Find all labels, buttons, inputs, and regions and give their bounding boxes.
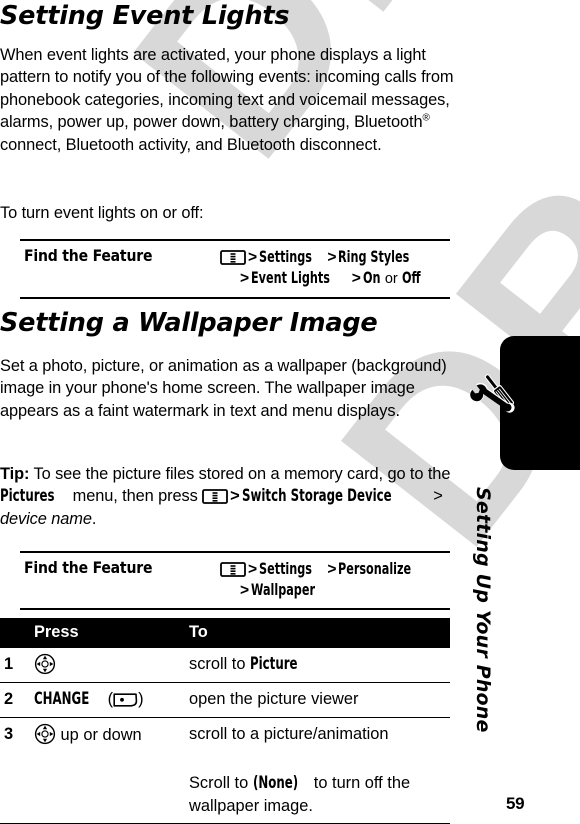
path-separator: >	[240, 582, 250, 599]
wrench-screwdriver-icon	[468, 368, 526, 424]
menu-item-event-lights: Event Lights	[251, 269, 331, 287]
menu-item-pictures: Pictures	[0, 486, 55, 506]
step-number: 3	[4, 724, 14, 743]
device-name-placeholder: device name	[0, 509, 92, 528]
section-body-event-lights: When event lights are activated, your ph…	[0, 44, 470, 156]
or-conjunction: or	[384, 271, 398, 287]
page-number: 59	[506, 794, 525, 813]
paren-close: )	[138, 690, 144, 709]
tip-text-part-2: menu, then press	[68, 487, 203, 506]
section-body-wallpaper: Set a photo, picture, or animation as a …	[0, 357, 447, 420]
body-text-part-1: When event lights are activated, your ph…	[0, 46, 454, 132]
step-to-subnote: Scroll to (None) to turn off the wallpap…	[189, 752, 450, 824]
chapter-title: Setting Up Your Phone	[472, 487, 494, 733]
column-header-press: Press	[34, 618, 189, 648]
path-separator: >	[327, 249, 337, 266]
table-row: 2 CHANGE () open the picture viewer	[0, 682, 450, 718]
menu-item-picture: Picture	[250, 654, 298, 673]
menu-item-settings: Settings	[259, 248, 313, 266]
table-row-continuation: Scroll to (None) to turn off the wallpap…	[0, 752, 450, 824]
tip-text-part-3: >	[428, 487, 443, 506]
registered-mark: ®	[422, 112, 430, 124]
path-separator: >	[248, 561, 258, 578]
menu-option-off: Off	[402, 269, 421, 287]
menu-path-line-1: > Settings > Personalize	[220, 559, 450, 580]
menu-key-icon	[220, 250, 246, 265]
menu-path-line-2: > Wallpaper	[220, 580, 450, 601]
steps-table: Press To 1 scroll to Picture 2 CHANGE (…	[0, 618, 450, 824]
step-number: 2	[0, 682, 34, 718]
table-row: 3 up or down scroll to a picture/animati…	[0, 717, 450, 752]
find-the-feature-label: Find the Feature	[24, 247, 153, 265]
nav-key-icon	[34, 723, 56, 745]
column-header-number	[0, 618, 34, 648]
find-the-feature-path: > Settings > Ring Styles > Event Lights > On or…	[220, 247, 450, 290]
menu-key-icon	[220, 562, 246, 577]
step-press-empty	[34, 752, 189, 824]
body-text-part-2: connect, Bluetooth activity, and Bluetoo…	[0, 135, 382, 154]
path-separator: >	[327, 561, 337, 578]
path-separator: >	[248, 249, 258, 266]
step-number: 1	[0, 648, 34, 684]
menu-item-switch-storage-device: Switch Storage Device	[241, 486, 392, 506]
subnote-text-part-1: Scroll to	[189, 774, 253, 793]
menu-item-settings: Settings	[259, 560, 313, 578]
softkey-label-change: CHANGE	[34, 689, 90, 709]
tip-period: .	[91, 509, 97, 528]
step-press-text: up or down	[56, 725, 142, 744]
soft-key-icon	[113, 691, 138, 708]
find-the-feature-path: > Settings > Personalize > Wallpaper	[220, 559, 450, 601]
column-header-to: To	[189, 618, 450, 648]
find-the-feature-row-event-lights: Find the Feature > Settings > Ring Styles >…	[20, 239, 450, 299]
step-to-cell: scroll to Picture	[189, 648, 450, 684]
step-press-cell: CHANGE ()	[34, 682, 189, 718]
find-the-feature-label: Find the Feature	[24, 559, 153, 577]
menu-key-icon	[202, 488, 229, 505]
manual-page: Setting Event Lights When event lights a…	[0, 0, 580, 824]
step-to-cell: open the picture viewer	[189, 682, 450, 718]
step-press-cell: up or down	[34, 717, 189, 752]
intro-line-event-lights: To turn event lights on or off:	[0, 204, 204, 222]
menu-item-personalize: Personalize	[338, 560, 412, 578]
table-row: 1 scroll to Picture	[0, 648, 450, 684]
find-the-feature-row-wallpaper: Find the Feature > Settings > Personalize >…	[20, 551, 450, 610]
tip-label: Tip:	[0, 465, 30, 483]
section-title-event-lights: Setting Event Lights	[0, 1, 290, 31]
step-number-empty	[0, 752, 34, 824]
path-separator: >	[351, 270, 361, 287]
step-to-cell: scroll to a picture/animation	[189, 724, 389, 743]
path-separator: >	[240, 270, 250, 287]
step-press-cell	[34, 648, 189, 684]
section-title-wallpaper-image: Setting a Wallpaper Image	[0, 308, 378, 338]
path-separator: >	[230, 487, 240, 506]
table-header-row: Press To	[0, 618, 450, 648]
steps-table-header: Press To	[0, 618, 450, 648]
menu-path-line-2: > Event Lights > On or Off	[220, 268, 450, 290]
step-to-text: scroll to	[189, 655, 251, 673]
menu-item-ring-styles: Ring Styles	[338, 248, 410, 266]
nav-key-icon	[34, 653, 56, 675]
menu-item-wallpaper: Wallpaper	[251, 581, 316, 599]
menu-path-line-1: > Settings > Ring Styles	[220, 247, 450, 268]
steps-table-body: 1 scroll to Picture 2 CHANGE () open th…	[0, 648, 450, 824]
tip-paragraph: Tip: To see the picture files stored on …	[0, 463, 470, 530]
menu-option-none: (None)	[252, 773, 298, 793]
menu-option-on: On	[362, 269, 381, 287]
tip-text-part-1: To see the picture files stored on a mem…	[29, 465, 451, 483]
